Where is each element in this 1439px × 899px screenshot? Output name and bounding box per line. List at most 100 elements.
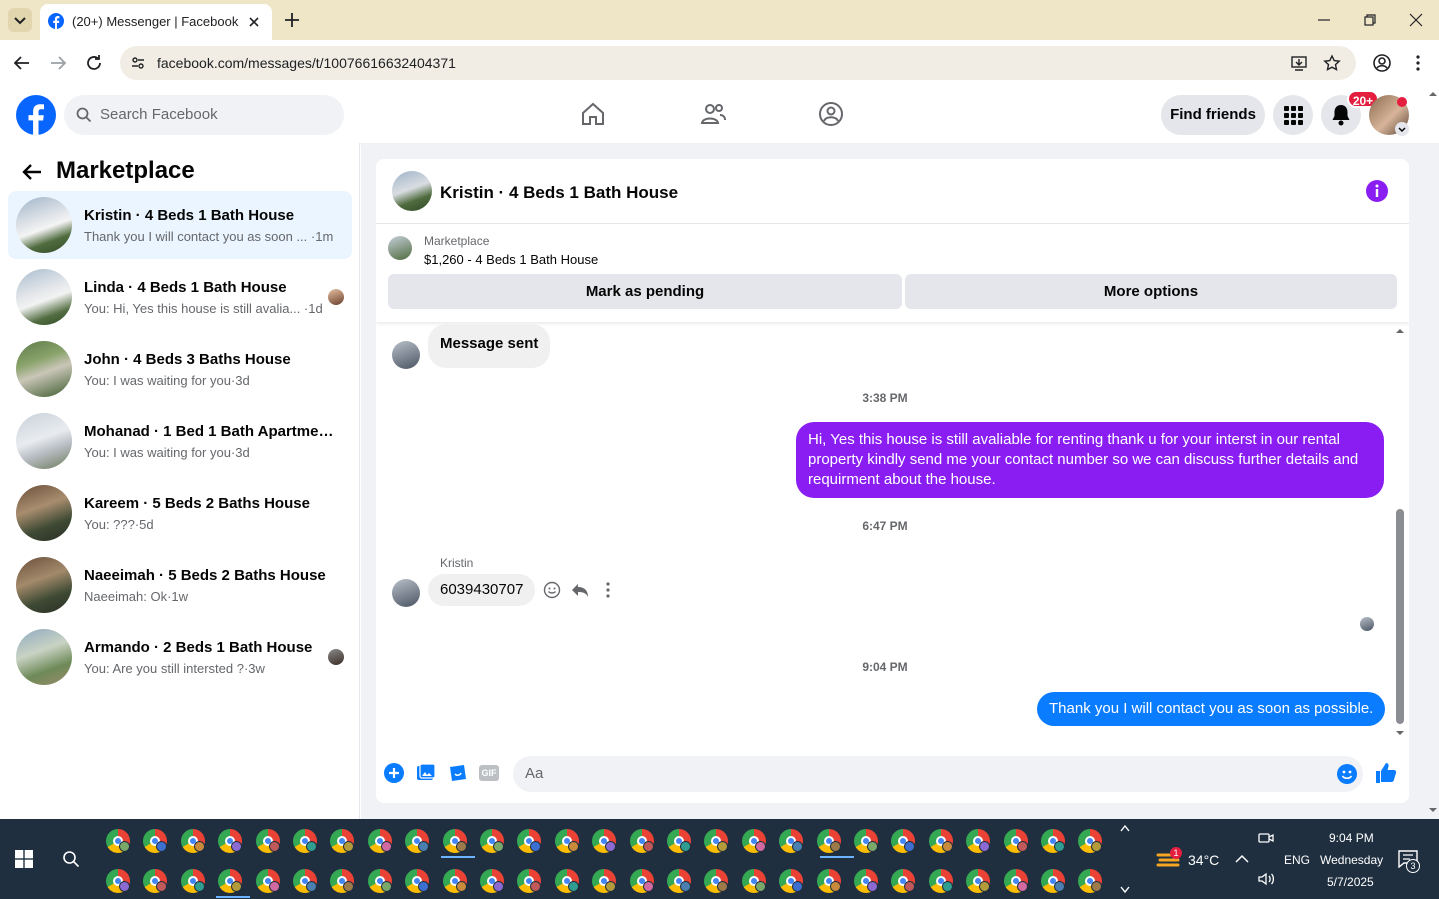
clock-date[interactable]: 5/7/2025 (1327, 875, 1374, 889)
chrome-profile-icon[interactable] (143, 869, 168, 893)
browser-tab[interactable]: (20+) Messenger | Facebook (40, 4, 272, 40)
facebook-logo-icon[interactable] (16, 95, 56, 135)
chrome-profile-icon[interactable] (405, 869, 430, 893)
chrome-profile-icon[interactable] (480, 829, 504, 853)
chrome-profile-icon[interactable] (667, 829, 691, 853)
add-plus-icon[interactable] (383, 762, 405, 784)
conversation-item[interactable]: Linda · 4 Beds 1 Bath House You: Hi, Yes … (8, 263, 352, 331)
chrome-profile-icon[interactable] (180, 869, 205, 893)
chat-title[interactable]: Kristin · 4 Beds 1 Bath House (440, 183, 678, 203)
chrome-profile-icon[interactable] (1078, 829, 1103, 853)
chrome-profile-icon[interactable] (1041, 869, 1065, 893)
tab-list-button[interactable] (8, 8, 32, 32)
listing-thumbnail[interactable] (388, 236, 412, 260)
page-scroll-up-icon[interactable] (1428, 90, 1438, 98)
profile-icon[interactable] (1372, 53, 1392, 73)
site-info-icon[interactable] (130, 55, 146, 71)
chrome-profile-icon[interactable] (554, 869, 579, 893)
restore-icon[interactable] (1362, 12, 1378, 28)
photo-icon[interactable] (416, 763, 436, 783)
chrome-profile-icon[interactable] (592, 869, 617, 893)
reload-icon[interactable] (84, 53, 104, 73)
sender-avatar[interactable] (392, 341, 420, 369)
chrome-profile-icon[interactable] (218, 829, 243, 853)
taskbar-scroll-up-icon[interactable] (1119, 823, 1131, 833)
chrome-profile-icon[interactable] (255, 829, 280, 853)
chrome-profile-icon[interactable] (1078, 869, 1103, 893)
chrome-profile-icon[interactable] (741, 829, 766, 853)
chrome-profile-icon[interactable] (106, 869, 130, 893)
home-icon[interactable] (580, 101, 606, 127)
chrome-profile-icon[interactable] (517, 829, 542, 853)
temperature[interactable]: 34°C (1188, 852, 1219, 868)
chrome-profile-icon[interactable] (629, 829, 654, 853)
back-arrow-icon[interactable] (12, 53, 32, 73)
scrollbar-thumb[interactable] (1396, 509, 1404, 724)
install-app-icon[interactable] (1290, 54, 1308, 72)
clock-day[interactable]: Wednesday (1320, 853, 1383, 867)
gif-button[interactable]: GIF (479, 765, 499, 781)
conversation-item[interactable]: John · 4 Beds 3 Baths House You: I was wa… (8, 335, 352, 403)
conversation-item[interactable]: Naeeimah · 5 Beds 2 Baths House Naeeimah:… (8, 551, 352, 619)
conversation-item[interactable]: Armando · 2 Beds 1 Bath House You: Are yo… (8, 623, 352, 691)
mark-as-pending-button[interactable]: Mark as pending (388, 274, 902, 309)
groups-icon[interactable] (818, 101, 844, 127)
menu-button[interactable] (1273, 95, 1313, 135)
chrome-profile-icon[interactable] (330, 869, 355, 893)
close-tab-icon[interactable] (246, 14, 262, 30)
sender-avatar[interactable] (392, 579, 420, 607)
clock-time[interactable]: 9:04 PM (1329, 831, 1374, 845)
account-chevron-icon[interactable] (1395, 122, 1409, 136)
show-hidden-icons-chevron-icon[interactable] (1234, 852, 1250, 866)
windows-start-icon[interactable] (15, 850, 33, 868)
input-language[interactable]: ENG (1284, 853, 1310, 867)
chrome-profile-icon[interactable] (741, 869, 766, 893)
outgoing-message[interactable]: Thank you I will contact you as soon as … (1037, 692, 1386, 726)
reply-icon[interactable] (571, 581, 589, 599)
forward-arrow-icon[interactable] (48, 53, 68, 73)
bookmark-star-icon[interactable] (1323, 54, 1341, 72)
chrome-profile-icon[interactable] (480, 869, 504, 893)
chrome-profile-icon[interactable] (704, 829, 729, 853)
close-window-icon[interactable] (1408, 12, 1424, 28)
conversation-item[interactable]: Kareem · 5 Beds 2 Baths House You: ???·5d (8, 479, 352, 547)
find-friends-button[interactable]: Find friends (1161, 95, 1265, 135)
more-actions-icon[interactable] (599, 581, 617, 599)
friends-icon[interactable] (700, 101, 726, 127)
chrome-profile-icon[interactable] (966, 829, 991, 853)
meet-now-icon[interactable] (1258, 831, 1274, 845)
listing-price[interactable]: $1,260 - 4 Beds 1 Bath House (424, 252, 598, 267)
chrome-profile-icon[interactable] (816, 829, 841, 853)
taskbar-scroll-down-icon[interactable] (1119, 885, 1131, 895)
chrome-profile-icon[interactable] (1041, 829, 1065, 853)
chrome-profile-icon[interactable] (367, 829, 392, 853)
chrome-profile-icon[interactable] (442, 829, 467, 853)
address-bar[interactable]: facebook.com/messages/t/1007661663240437… (120, 46, 1356, 80)
chrome-profile-icon[interactable] (779, 869, 804, 893)
chrome-profile-icon[interactable] (854, 869, 878, 893)
thumbs-up-icon[interactable] (1374, 761, 1398, 785)
message-input[interactable]: Aa (513, 756, 1363, 792)
scroll-down-icon[interactable] (1395, 729, 1405, 737)
minimize-icon[interactable] (1316, 12, 1332, 28)
new-tab-icon[interactable] (283, 11, 301, 29)
chrome-profile-icon[interactable] (816, 869, 841, 893)
chrome-profile-icon[interactable] (891, 829, 916, 853)
taskbar-search-icon[interactable] (62, 850, 80, 868)
chrome-profile-icon[interactable] (405, 829, 430, 853)
chrome-profile-icon[interactable] (293, 869, 317, 893)
chrome-profile-icon[interactable] (891, 869, 916, 893)
chrome-profile-icon[interactable] (255, 869, 280, 893)
sticker-icon[interactable] (448, 763, 468, 783)
scroll-up-icon[interactable] (1395, 327, 1405, 335)
chat-avatar[interactable] (392, 171, 432, 211)
chrome-profile-icon[interactable] (106, 829, 130, 853)
chrome-profile-icon[interactable] (442, 869, 467, 893)
chrome-profile-icon[interactable] (517, 869, 542, 893)
react-emoji-icon[interactable] (543, 581, 561, 599)
chrome-profile-icon[interactable] (592, 829, 617, 853)
chrome-profile-icon[interactable] (367, 869, 392, 893)
page-scroll-down-icon[interactable] (1428, 806, 1438, 814)
chrome-profile-icon[interactable] (180, 829, 205, 853)
chrome-profile-icon[interactable] (928, 829, 953, 853)
